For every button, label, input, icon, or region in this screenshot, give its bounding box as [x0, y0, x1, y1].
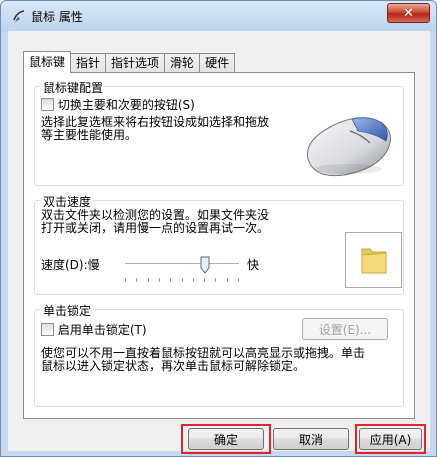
slider-tick: [159, 278, 160, 282]
speed-slider-thumb[interactable]: [200, 256, 210, 274]
double-click-group: 双击速度 双击文件夹以检测您的设置。如果文件夹没 打开或关闭，请用慢一点的设置再…: [34, 193, 404, 295]
switch-description-line2: 等主要性能使用。: [41, 128, 138, 142]
mouse-properties-window: 鼠标 属性 ✕ 鼠标键 指针 指针选项 滑轮 硬件 鼠标键配置 切换主要和次要的…: [0, 0, 437, 457]
tab-pointer-options[interactable]: 指针选项: [105, 53, 166, 73]
slider-tick: [238, 278, 239, 282]
fast-label: 快: [247, 258, 260, 272]
speed-slider[interactable]: [125, 256, 239, 286]
slider-tick: [136, 278, 137, 282]
click-lock-group: 单击锁定 启用单击锁定(T) 设置(E)... 使您可以不用一直按着鼠标按钮就可…: [34, 302, 404, 407]
slider-tick: [193, 278, 194, 282]
slider-tick: [148, 278, 149, 282]
enable-click-lock-option[interactable]: 启用单击锁定(T): [41, 323, 147, 337]
cancel-button[interactable]: 取消: [273, 428, 349, 450]
mouse-pointer-icon: [13, 10, 25, 22]
tab-buttons[interactable]: 鼠标键: [23, 51, 72, 73]
ok-button-highlight: [181, 424, 271, 454]
switch-buttons-checkbox[interactable]: [41, 98, 54, 111]
button-config-group: 鼠标键配置 切换主要和次要的按钮(S) 选择此复选框来将右按钮设成如选择和拖放 …: [34, 79, 404, 186]
tab-strip: 鼠标键 指针 指针选项 滑轮 硬件: [23, 51, 236, 73]
slider-tick: [215, 278, 216, 282]
click-lock-label: 单击锁定: [41, 302, 94, 319]
test-folder-area[interactable]: [345, 232, 402, 288]
tab-hardware[interactable]: 硬件: [199, 53, 236, 73]
switch-buttons-label[interactable]: 切换主要和次要的按钮(S): [58, 98, 195, 112]
close-icon: ✕: [403, 5, 414, 21]
dialog-body: 鼠标键 指针 指针选项 滑轮 硬件 鼠标键配置 切换主要和次要的按钮(S) 选择…: [8, 31, 430, 454]
enable-click-lock-checkbox[interactable]: [41, 323, 54, 336]
button-config-label: 鼠标键配置: [41, 79, 106, 96]
slider-tick: [204, 278, 205, 282]
slider-tick: [170, 278, 171, 282]
mouse-illustration: [306, 117, 391, 177]
apply-button-highlight: [355, 424, 426, 454]
double-click-description-line2: 打开或关闭，请用慢一点的设置再试一次。: [41, 221, 270, 235]
tab-pointers[interactable]: 指针: [70, 53, 107, 73]
click-lock-settings-button[interactable]: 设置(E)...: [302, 318, 388, 340]
tab-wheel[interactable]: 滑轮: [164, 53, 201, 73]
speed-slider-track[interactable]: [125, 263, 239, 265]
close-button[interactable]: ✕: [387, 3, 430, 23]
slider-tick: [182, 278, 183, 282]
slider-tick: [227, 278, 228, 282]
speed-label: 速度(D):慢: [41, 258, 100, 272]
switch-buttons-option[interactable]: 切换主要和次要的按钮(S): [41, 98, 195, 112]
enable-click-lock-label[interactable]: 启用单击锁定(T): [58, 323, 147, 337]
slider-tick: [125, 278, 126, 282]
click-lock-description-line2: 鼠标以进入锁定状态，再次单击鼠标可解除锁定。: [41, 359, 306, 373]
title-bar[interactable]: 鼠标 属性 ✕: [1, 1, 436, 31]
folder-icon[interactable]: [360, 245, 388, 275]
buttons-tab-panel: 鼠标键配置 切换主要和次要的按钮(S) 选择此复选框来将右按钮设成如选择和拖放 …: [23, 72, 415, 419]
window-title: 鼠标 属性: [31, 10, 83, 24]
